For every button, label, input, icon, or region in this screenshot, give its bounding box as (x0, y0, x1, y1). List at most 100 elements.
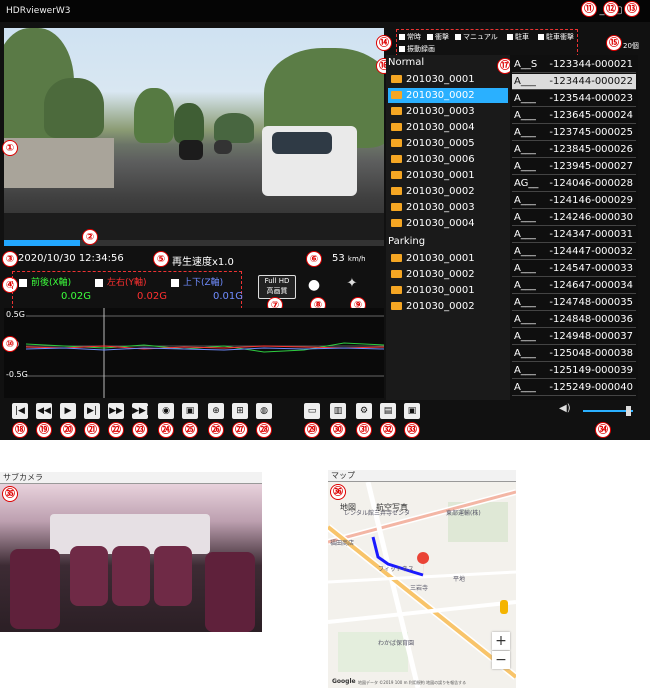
file-item[interactable]: 201030_0005 (388, 136, 508, 151)
filter-manual[interactable]: マニュアル (455, 32, 498, 42)
event-id-row[interactable]: A___ -125149-000039 (512, 363, 636, 379)
file-name: 201030_0005 (406, 138, 475, 149)
gsensor-y[interactable]: 左右(Y軸) 0.02G (95, 275, 167, 302)
event-id-row[interactable]: A___ -125249-000040 (512, 380, 636, 396)
filter-always[interactable]: 常時 (399, 32, 421, 42)
file-item[interactable]: 201030_0003 (388, 104, 508, 119)
event-id-row[interactable]: AG__ -124046-000028 (512, 176, 636, 192)
file-item[interactable]: 201030_0004 (388, 120, 508, 135)
event-id-row[interactable]: A___ -123745-000025 (512, 125, 636, 141)
event-id-row[interactable]: A___ -123645-000024 (512, 108, 636, 124)
split-icon[interactable]: ⊞ (232, 403, 248, 419)
globe-icon[interactable]: ◍ (256, 403, 272, 419)
file-item[interactable]: 201030_0001 (388, 72, 508, 87)
microphone-icon[interactable]: ● (307, 276, 321, 294)
event-id-row[interactable]: A___ -124447-000032 (512, 244, 636, 260)
file-item[interactable]: 201030_0001 (388, 251, 508, 266)
last-frame-icon[interactable]: ▶▶| (132, 403, 149, 419)
event-id-row[interactable]: A___ -124948-000037 (512, 329, 636, 345)
folder-icon[interactable]: ▭ (304, 403, 320, 419)
gsensor-graph[interactable]: 0.5G 0 -0.5G (4, 308, 384, 398)
gsensor-y-label: 左右(Y軸) (107, 278, 147, 288)
map-view[interactable]: 地図 航空写真 レンタル館三井寺センタ 東部運輸(株) 福田商店 三岩寺 フィッ… (328, 482, 516, 688)
file-item[interactable]: 201030_0001 (388, 168, 508, 183)
event-id-code: -124547-000033 (549, 263, 633, 274)
speed-unit: km/h (347, 255, 366, 263)
filter-vibration[interactable]: 振動録画 (399, 44, 435, 54)
event-id-prefix: A___ (514, 144, 536, 155)
event-id-prefix: A__S (514, 59, 538, 70)
map-label-6: 平地 (453, 576, 466, 583)
filter-parking[interactable]: 駐車 (507, 32, 529, 42)
event-id-row[interactable]: A___ -123444-000022 (512, 74, 636, 90)
file-item[interactable]: 201030_0002 (388, 184, 508, 199)
event-id-code: -125249-000040 (549, 382, 633, 393)
event-id-row[interactable]: A___ -123945-000027 (512, 159, 636, 175)
file-item[interactable]: 201030_0001 (388, 283, 508, 298)
event-id-prefix: A___ (514, 314, 536, 325)
event-id-code: -123745-000025 (549, 127, 633, 138)
file-item[interactable]: 201030_0002 (388, 267, 508, 282)
zoom-icon[interactable]: ⊕ (208, 403, 224, 419)
trash-icon[interactable]: ▥ (330, 403, 346, 419)
callout-27: ㉗ (232, 422, 248, 438)
rewind-icon[interactable]: ◀◀ (36, 403, 52, 419)
first-frame-icon[interactable]: |◀ (12, 403, 28, 419)
filter-parking-impact[interactable]: 駐車衝撃 (538, 32, 574, 42)
file-item[interactable]: 201030_0004 (388, 216, 508, 231)
event-id-prefix: AG__ (514, 178, 539, 189)
event-id-row[interactable]: A___ -125048-000038 (512, 346, 636, 362)
event-id-row[interactable]: A___ -124246-000030 (512, 210, 636, 226)
speaker-icon: ◀) (559, 403, 571, 414)
checkbox-x[interactable] (19, 278, 27, 287)
checkbox-z[interactable] (171, 278, 179, 287)
zoom-out-button[interactable]: − (492, 651, 510, 669)
quality-line2: 高画質 (266, 287, 288, 295)
file-name: 201030_0002 (406, 301, 475, 312)
event-id-code: -123645-000024 (549, 110, 633, 121)
progress-bar[interactable] (4, 240, 384, 246)
main-video[interactable] (4, 28, 384, 240)
event-id-row[interactable]: A___ -124347-000031 (512, 227, 636, 243)
gsensor-graph-svg (25, 308, 384, 398)
volume-knob[interactable] (625, 406, 631, 416)
file-item[interactable]: 201030_0003 (388, 200, 508, 215)
checkbox-y[interactable] (95, 278, 103, 287)
file-name: 201030_0003 (406, 106, 475, 117)
event-id-row[interactable]: A___ -124647-000034 (512, 278, 636, 294)
event-id-row[interactable]: A___ -124146-000029 (512, 193, 636, 209)
event-id-prefix: A___ (514, 212, 536, 223)
camera-icon[interactable]: ◉ (158, 403, 174, 419)
fast-forward-icon[interactable]: ▶▶ (108, 403, 124, 419)
pegman-icon[interactable] (500, 600, 508, 614)
map-label-1: レンタル館三井寺センタ (344, 510, 411, 517)
step-forward-icon[interactable]: ▶| (84, 403, 100, 419)
file-item[interactable]: 201030_0002 (388, 88, 508, 103)
settings-icon[interactable]: ⚙ (356, 403, 372, 419)
event-id-row[interactable]: A___ -124848-000036 (512, 312, 636, 328)
map-label-3: 福田商店 (330, 540, 355, 547)
gsensor-x-value: 0.02G (60, 291, 91, 302)
gsensor-z-value: 0.01G (212, 291, 243, 302)
sub-camera-video[interactable] (0, 484, 262, 632)
event-id-row[interactable]: A___ -123544-000023 (512, 91, 636, 107)
file-item[interactable]: 201030_0002 (388, 299, 508, 314)
callout-24: ㉔ (158, 422, 174, 438)
gsensor-x[interactable]: 前後(X軸) 0.02G (19, 275, 91, 302)
filter-impact[interactable]: 衝撃 (427, 32, 449, 42)
event-id-row[interactable]: A___ -124547-000033 (512, 261, 636, 277)
event-id-row[interactable]: A___ -123845-000026 (512, 142, 636, 158)
gsensor-z-label: 上下(Z軸) (183, 278, 224, 288)
event-id-row[interactable]: A__S -123344-000021 (512, 57, 636, 73)
play-icon[interactable]: ▶ (60, 403, 76, 419)
file-item[interactable]: 201030_0006 (388, 152, 508, 167)
video-capture-icon[interactable]: ▣ (182, 403, 198, 419)
zoom-in-button[interactable]: + (492, 632, 510, 650)
volume-slider[interactable]: ◀) (559, 403, 635, 416)
csv-icon[interactable]: ▤ (380, 403, 396, 419)
window-icon[interactable]: ▣ (404, 403, 420, 419)
event-id-code: -123444-000022 (549, 76, 633, 87)
map-title: マップ (328, 470, 516, 482)
event-id-row[interactable]: A___ -124748-000035 (512, 295, 636, 311)
gsensor-z[interactable]: 上下(Z軸) 0.01G (171, 275, 243, 302)
